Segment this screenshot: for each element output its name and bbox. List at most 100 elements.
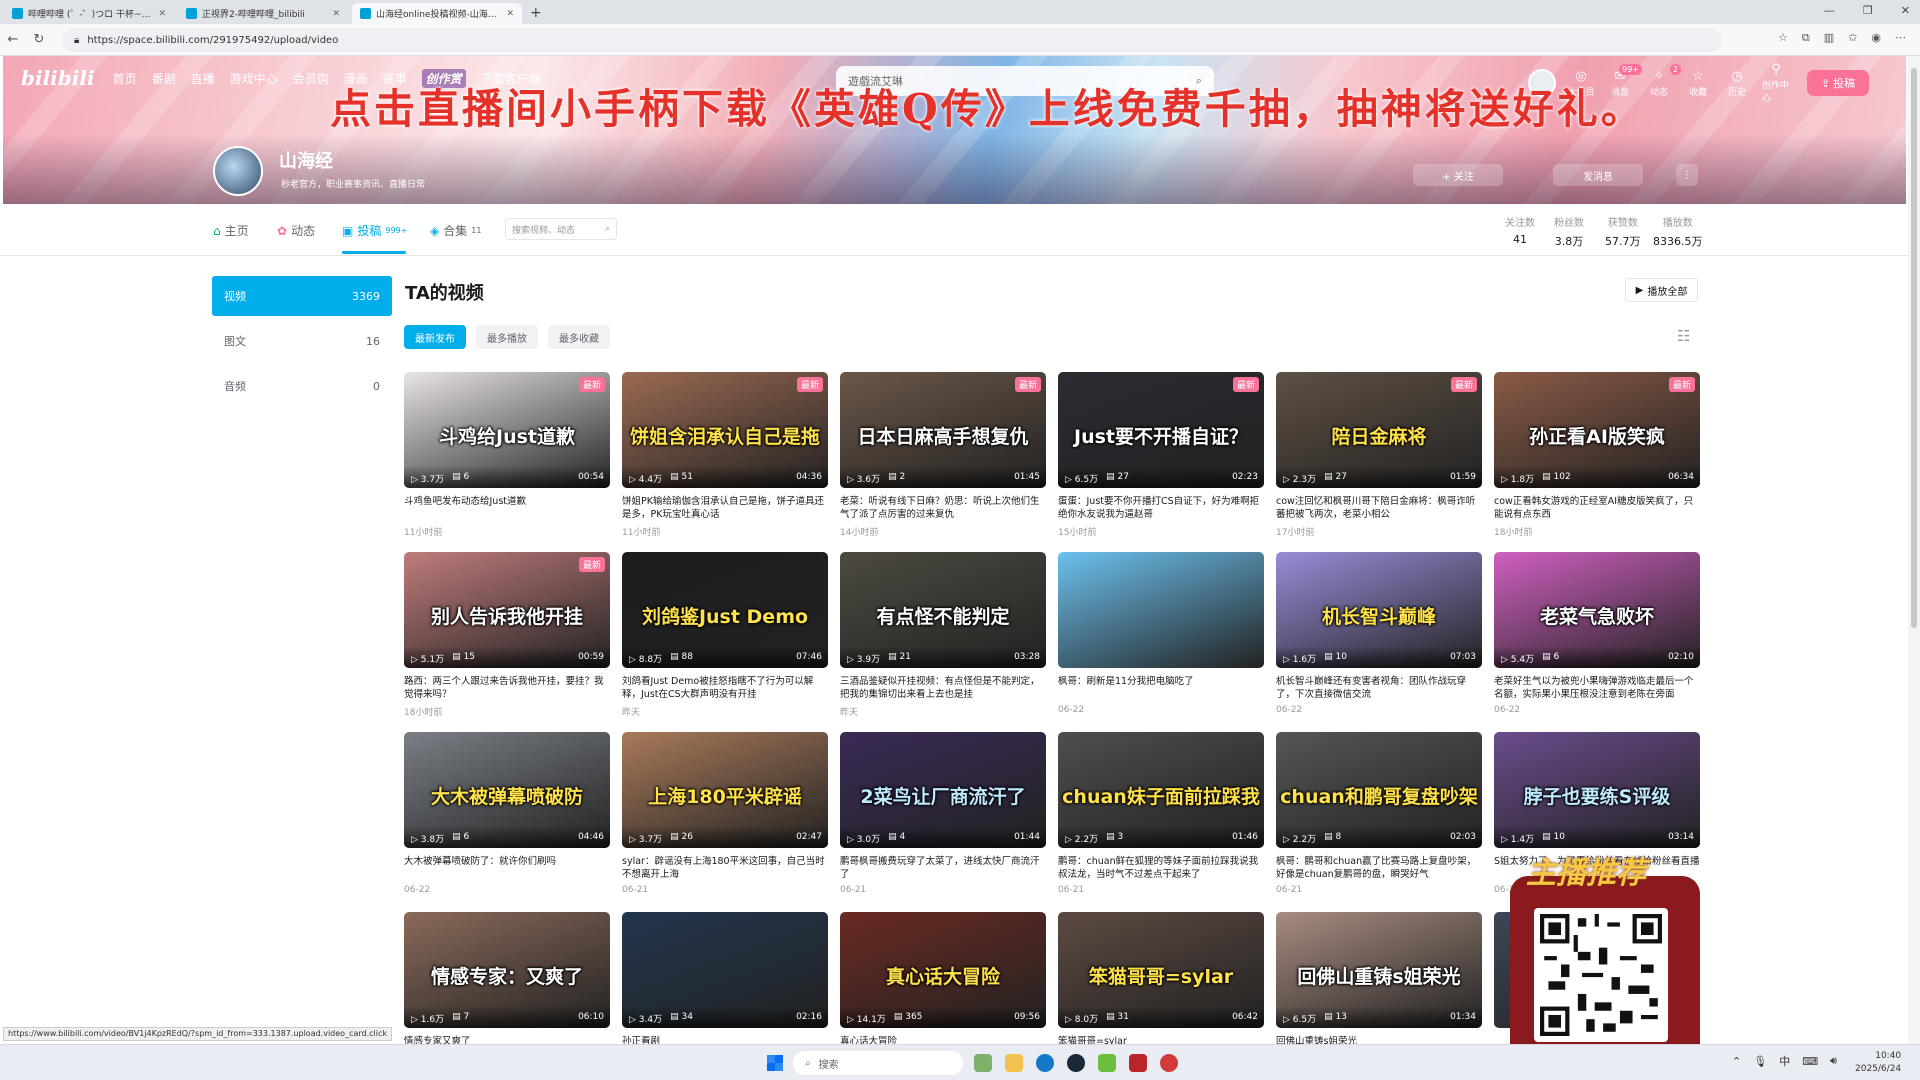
more-icon[interactable]: ⋯ — [1895, 31, 1906, 45]
video-thumbnail[interactable]: Just要不开播自证？ 最新 ▷ 6.5万 ▤ 27 02:23 — [1058, 372, 1264, 488]
video-card[interactable]: 陪日金麻将 最新 ▷ 2.3万 ▤ 27 01:59 cow注回忆和枫哥川哥下陪日金麻将：… — [1276, 372, 1482, 540]
video-title[interactable]: 鹏哥：chuan鲜在狐狸的等妹子面前拉踩我说我叔法龙，当时气不过差点干起来了 — [1058, 855, 1264, 881]
video-title[interactable]: 刘鸽看Just Demo被挂怒指瞎不了行为可以解释，Just在CS大群声明没有开… — [622, 675, 828, 701]
follow-button[interactable]: + 关注 — [1413, 164, 1503, 186]
video-title[interactable]: cow正看韩女游戏的正经室AI糖皮版笑疯了，只能说有点东西 — [1494, 495, 1700, 521]
nav-game-center[interactable]: 游戏中心 — [230, 70, 278, 87]
video-thumbnail[interactable]: 斗鸡给Just道歉 最新 ▷ 3.7万 ▤ 6 00:54 — [404, 372, 610, 488]
widget-icon[interactable] — [974, 1054, 992, 1072]
sidebar-item-audio[interactable]: 音频 0 — [212, 366, 392, 406]
video-thumbnail[interactable]: 真心话大冒险 ▷ 14.1万 ▤ 365 09:56 — [840, 912, 1046, 1028]
video-thumbnail[interactable]: chuan和鹏哥复盘吵架 ▷ 2.2万 ▤ 8 02:03 — [1276, 732, 1482, 848]
game-app-icon[interactable] — [1098, 1054, 1116, 1072]
page-scrollbar[interactable] — [1908, 56, 1920, 1044]
clock[interactable]: 10:40 2025/6/24 — [1855, 1050, 1901, 1076]
app-red-icon[interactable] — [1129, 1054, 1147, 1072]
space-search-input[interactable]: 搜索视频、动态 ⌕ — [505, 218, 617, 240]
up-name[interactable]: 山海经 — [279, 147, 333, 173]
scrollbar-thumb[interactable] — [1911, 68, 1917, 628]
video-thumbnail[interactable]: 老菜气急败坏 ▷ 5.4万 ▤ 6 02:10 — [1494, 552, 1700, 668]
grid-view-icon[interactable]: ☷ — [1677, 327, 1690, 345]
tab-dynamic[interactable]: ✿ 动态 — [277, 222, 315, 239]
video-thumbnail[interactable]: 脖子也要练S评级 ▷ 1.4万 ▤ 10 03:14 — [1494, 732, 1700, 848]
video-thumbnail[interactable]: 上海180平米辟谣 ▷ 3.7万 ▤ 26 02:47 — [622, 732, 828, 848]
tab-uploads[interactable]: ▣ 投稿 999+ — [342, 222, 407, 239]
browser-tab-2[interactable]: 正视界2-哔哩哔哩_bilibili ✕ — [178, 3, 348, 24]
video-thumbnail[interactable]: 饼姐含泪承认自己是拖 最新 ▷ 4.4万 ▤ 51 04:36 — [622, 372, 828, 488]
video-card[interactable]: 日本日麻高手想复仇 最新 ▷ 3.6万 ▤ 2 01:45 老菜：听说有线下日麻？奶思：听… — [840, 372, 1046, 540]
nav-history[interactable]: ◷ 历史 — [1723, 69, 1751, 98]
maximize-icon[interactable]: ❐ — [1863, 4, 1873, 17]
video-thumbnail[interactable]: 日本日麻高手想复仇 最新 ▷ 3.6万 ▤ 2 01:45 — [840, 372, 1046, 488]
video-card[interactable]: 饼姐含泪承认自己是拖 最新 ▷ 4.4万 ▤ 51 04:36 饼姐PK输给瑜伽含泪承认自… — [622, 372, 828, 540]
nav-home[interactable]: 首页 — [113, 70, 137, 87]
video-card[interactable]: 枫哥：刷新是11分我把电脑吃了 06-22 — [1058, 552, 1264, 720]
video-thumbnail[interactable]: 2菜鸟让厂商流汗了 ▷ 3.0万 ▤ 4 01:44 — [840, 732, 1046, 848]
video-thumbnail[interactable]: 孙正看AI版笑疯 最新 ▷ 1.8万 ▤ 102 06:34 — [1494, 372, 1700, 488]
browser-tab-1[interactable]: 哔哩哔哩 (゜-゜)つロ 干杯~-bilibili ✕ — [4, 3, 174, 24]
tab-home[interactable]: ⌂ 主页 — [213, 222, 249, 239]
stat-fans[interactable]: 粉丝数 3.8万 — [1554, 214, 1584, 249]
close-icon[interactable]: ✕ — [332, 9, 340, 19]
play-all-button[interactable]: ▶ 播放全部 — [1625, 278, 1698, 302]
collections-icon[interactable]: ✩ — [1848, 31, 1857, 45]
nav-anime[interactable]: 番剧 — [152, 70, 176, 87]
video-card[interactable]: 上海180平米辟谣 ▷ 3.7万 ▤ 26 02:47 sylar：辟谣没有上海180平… — [622, 732, 828, 900]
video-title[interactable]: 鹏哥枫哥搬费玩穿了太菜了，进线太快厂商流汗了 — [840, 855, 1046, 881]
video-card[interactable]: 孙正看AI版笑疯 最新 ▷ 1.8万 ▤ 102 06:34 cow正看韩女游戏的正经室A… — [1494, 372, 1700, 540]
video-thumbnail[interactable]: chuan妹子面前拉踩我 ▷ 2.2万 ▤ 3 01:46 — [1058, 732, 1264, 848]
video-card[interactable]: 老菜气急败坏 ▷ 5.4万 ▤ 6 02:10 老菜好生气以为被兜小果嗨弹游戏临走最后一… — [1494, 552, 1700, 720]
split-icon[interactable]: ▥ — [1824, 31, 1834, 45]
minimize-icon[interactable]: — — [1824, 4, 1835, 17]
message-button[interactable]: 发消息 — [1553, 164, 1643, 186]
video-card[interactable]: 有点怪不能判定 ▷ 3.9万 ▤ 21 03:28 三酒品鉴疑似开挂视频：有点怪但是不能… — [840, 552, 1046, 720]
video-thumbnail[interactable]: 有点怪不能判定 ▷ 3.9万 ▤ 21 03:28 — [840, 552, 1046, 668]
video-thumbnail[interactable]: 情感专家：又爽了 ▷ 1.6万 ▤ 7 06:10 — [404, 912, 610, 1028]
sort-most-favorited[interactable]: 最多收藏 — [548, 325, 610, 349]
video-thumbnail[interactable]: 别人告诉我他开挂 最新 ▷ 5.1万 ▤ 15 00:59 — [404, 552, 610, 668]
profile-icon[interactable]: ◉ — [1871, 31, 1881, 45]
close-window-icon[interactable]: ✕ — [1901, 4, 1910, 17]
video-thumbnail[interactable]: 大木被弹幕喷破防 ▷ 3.8万 ▤ 6 04:46 — [404, 732, 610, 848]
video-title[interactable]: 大木被弹幕喷破防了：就许你们刷吗 — [404, 855, 610, 881]
edge-browser-icon[interactable] — [1036, 1054, 1054, 1072]
video-title[interactable]: 蛋蛋：Just要不你开播打CS自证下，好为难啊拒绝你水友说我为逼赵哥 — [1058, 495, 1264, 521]
search-icon[interactable]: ⌕ — [605, 224, 610, 234]
video-thumbnail[interactable]: 刘鸽鉴Just Demo ▷ 8.8万 ▤ 88 07:46 — [622, 552, 828, 668]
video-card[interactable]: 别人告诉我他开挂 最新 ▷ 5.1万 ▤ 15 00:59 路西：两三个人跟过来告诉我他开… — [404, 552, 610, 720]
close-icon[interactable]: ✕ — [506, 9, 514, 19]
video-card[interactable]: 斗鸡给Just道歉 最新 ▷ 3.7万 ▤ 6 00:54 斗鸡鱼吧发布动态给Just道歉… — [404, 372, 610, 540]
video-card[interactable]: 机长智斗巅峰 ▷ 1.6万 ▤ 10 07:03 机长智斗巅峰还有变害者视角：团队作战玩… — [1276, 552, 1482, 720]
network-icon[interactable]: ⌨ — [1802, 1055, 1818, 1068]
taskbar-search[interactable]: ⌕ 搜索 — [793, 1051, 963, 1075]
video-title[interactable]: 枫哥：鹏哥和chuan赢了比赛马路上复盘吵架，好像是chuan复鹏哥的盘，瞬哭好… — [1276, 855, 1482, 881]
video-title[interactable]: 老菜：听说有线下日麻？奶思：听说上次他们生气了派了点厉害的过来复仇 — [840, 495, 1046, 521]
chevron-up-icon[interactable]: ⌃ — [1732, 1055, 1741, 1068]
ime-indicator[interactable]: 中 — [1779, 1053, 1790, 1069]
video-title[interactable]: 枫哥：刷新是11分我把电脑吃了 — [1058, 675, 1264, 701]
close-icon[interactable]: ✕ — [158, 9, 166, 19]
extension-icon[interactable]: ⧉ — [1802, 31, 1810, 45]
app-icon[interactable] — [1160, 1054, 1178, 1072]
video-thumbnail[interactable]: 笨猫哥哥=sylar ▷ 8.0万 ▤ 31 06:42 — [1058, 912, 1264, 1028]
nav-mall[interactable]: 会员购 — [293, 70, 329, 87]
video-thumbnail[interactable] — [1058, 552, 1264, 668]
reload-icon[interactable]: ↻ — [26, 32, 52, 47]
favorite-star-icon[interactable]: ☆ — [1778, 31, 1788, 45]
sidebar-item-article[interactable]: 图文 16 — [212, 321, 392, 361]
video-thumbnail[interactable]: 回佛山重铸s姐荣光 ▷ 6.5万 ▤ 13 01:34 — [1276, 912, 1482, 1028]
video-title[interactable]: 斗鸡鱼吧发布动态给Just道歉 — [404, 495, 610, 521]
video-card[interactable]: Just要不开播自证？ 最新 ▷ 6.5万 ▤ 27 02:23 蛋蛋：Just要不你开播… — [1058, 372, 1264, 540]
video-card[interactable]: chuan和鹏哥复盘吵架 ▷ 2.2万 ▤ 8 02:03 枫哥：鹏哥和chuan赢了比… — [1276, 732, 1482, 900]
nav-favorites[interactable]: ☆ 收藏 — [1684, 69, 1712, 98]
url-field[interactable]: 🔒︎ https://space.bilibili.com/291975492/… — [62, 28, 1722, 52]
video-title[interactable]: sylar：辟谣没有上海180平米这回事，自己当时不想离开上海 — [622, 855, 828, 881]
video-card[interactable]: 大木被弹幕喷破防 ▷ 3.8万 ▤ 6 04:46 大木被弹幕喷破防了：就许你们刷吗 06… — [404, 732, 610, 900]
stat-following[interactable]: 关注数 41 — [1505, 214, 1535, 246]
video-title[interactable]: 老菜好生气以为被兜小果嗨弹游戏临走最后一个名额，实际果小果压根没注意到老陈在旁面 — [1494, 675, 1700, 701]
sort-most-played[interactable]: 最多播放 — [476, 325, 538, 349]
nav-live[interactable]: 直播 — [191, 70, 215, 87]
video-title[interactable]: 三酒品鉴疑似开挂视频：有点怪但是不能判定，把我的集锦切出来看上去也是挂 — [840, 675, 1046, 701]
steam-icon[interactable] — [1067, 1054, 1085, 1072]
up-avatar[interactable] — [213, 146, 263, 196]
